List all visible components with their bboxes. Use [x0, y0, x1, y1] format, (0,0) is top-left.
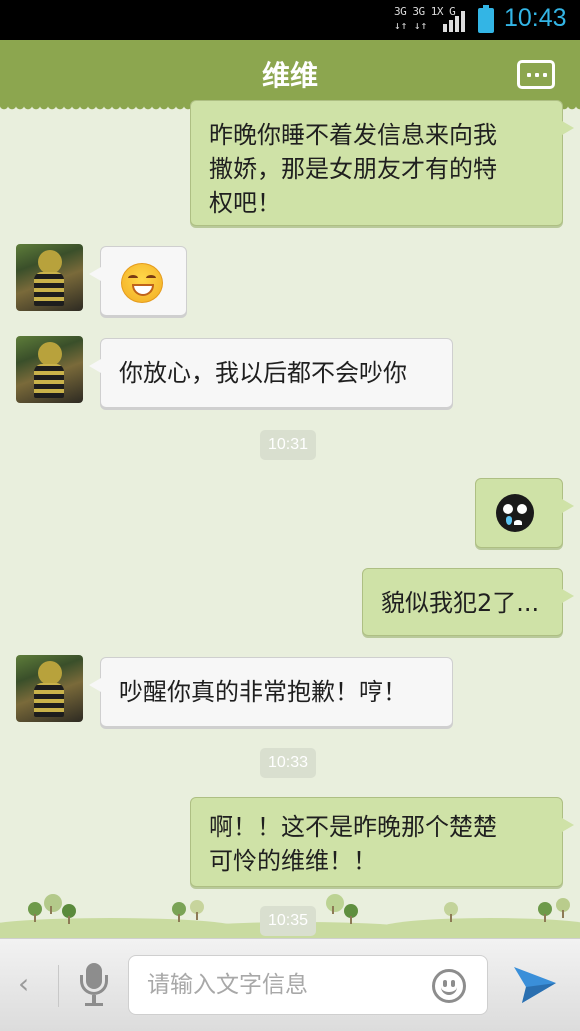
more-icon[interactable] [517, 60, 555, 89]
microphone-icon[interactable] [78, 963, 110, 1009]
message-bubble-incoming[interactable] [89, 246, 187, 316]
timestamp: 10:31 [260, 430, 317, 460]
message-bubble-outgoing[interactable]: 啊！！这不是昨晚那个楚楚 可怜的维维！！ [190, 797, 574, 887]
input-bar: ‹ 请输入文字信息 [0, 938, 580, 1031]
message-bubble-outgoing[interactable]: 昨晚你睡不着发信息来向我 撒娇，那是女朋友才有的特 权吧！ [190, 100, 574, 226]
divider [58, 965, 59, 1007]
message-line: 权吧！ [209, 189, 281, 217]
smiley-icon[interactable] [432, 969, 466, 1003]
chat-title: 维维 [261, 59, 318, 92]
contact-avatar[interactable] [16, 655, 83, 722]
timestamp: 10:35 [260, 906, 317, 936]
message-line: 撒娇，那是女朋友才有的特 [209, 155, 497, 183]
message-line: 可怜的维维！！ [209, 847, 377, 875]
message-bubble-incoming[interactable]: 你放心，我以后都不会吵你 [89, 338, 453, 408]
chevron-left-icon[interactable]: ‹ [18, 967, 29, 1000]
message-line: 吵醒你真的非常抱歉！哼！ [119, 678, 407, 706]
message-line: 昨晚你睡不着发信息来向我 [209, 121, 497, 149]
message-bubble-outgoing[interactable]: 貌似我犯2了... [362, 568, 574, 636]
message-bubble-outgoing[interactable] [475, 478, 574, 548]
message-bubble-incoming[interactable]: 吵醒你真的非常抱歉！哼！ [89, 657, 453, 727]
data-activity-indicator: ↓↑ ↓↑ [394, 19, 428, 32]
contact-avatar[interactable] [16, 336, 83, 403]
message-line: 貌似我犯2了... [381, 589, 540, 617]
title-bar: 维维 [0, 40, 580, 112]
timestamp: 10:33 [260, 748, 317, 778]
message-line: 你放心，我以后都不会吵你 [119, 359, 407, 387]
message-line: 啊！！这不是昨晚那个楚楚 [209, 813, 497, 841]
battery-icon [478, 5, 494, 33]
crying-face-emoji [496, 494, 534, 532]
grinning-face-emoji [121, 263, 163, 303]
signal-icon [443, 10, 469, 32]
status-bar: 3G 3G 1X G ↓↑ ↓↑ 10:43 [0, 0, 580, 40]
send-icon[interactable] [512, 961, 558, 1007]
status-time: 10:43 [504, 4, 567, 32]
contact-avatar[interactable] [16, 244, 83, 311]
